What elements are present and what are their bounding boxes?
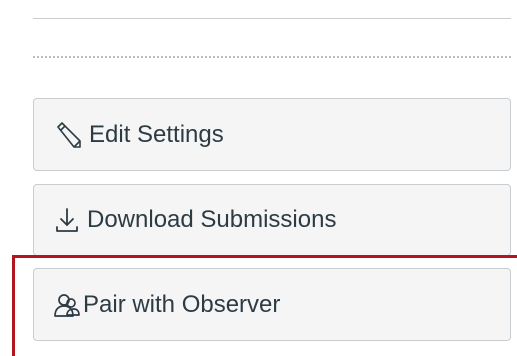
download-icon xyxy=(53,206,81,234)
section-divider xyxy=(33,18,511,19)
edit-settings-button[interactable]: Edit Settings xyxy=(33,98,511,171)
sidebar-actions-panel: Edit Settings Download Submissions Pair … xyxy=(0,0,517,356)
pair-observer-icon xyxy=(53,291,81,319)
pencil-icon xyxy=(53,121,83,149)
pair-with-observer-label: Pair with Observer xyxy=(83,290,281,318)
dotted-divider xyxy=(33,56,511,58)
download-submissions-button[interactable]: Download Submissions xyxy=(33,184,511,256)
edit-settings-label: Edit Settings xyxy=(89,120,224,148)
pair-with-observer-button[interactable]: Pair with Observer xyxy=(33,268,511,341)
download-submissions-label: Download Submissions xyxy=(87,206,337,233)
